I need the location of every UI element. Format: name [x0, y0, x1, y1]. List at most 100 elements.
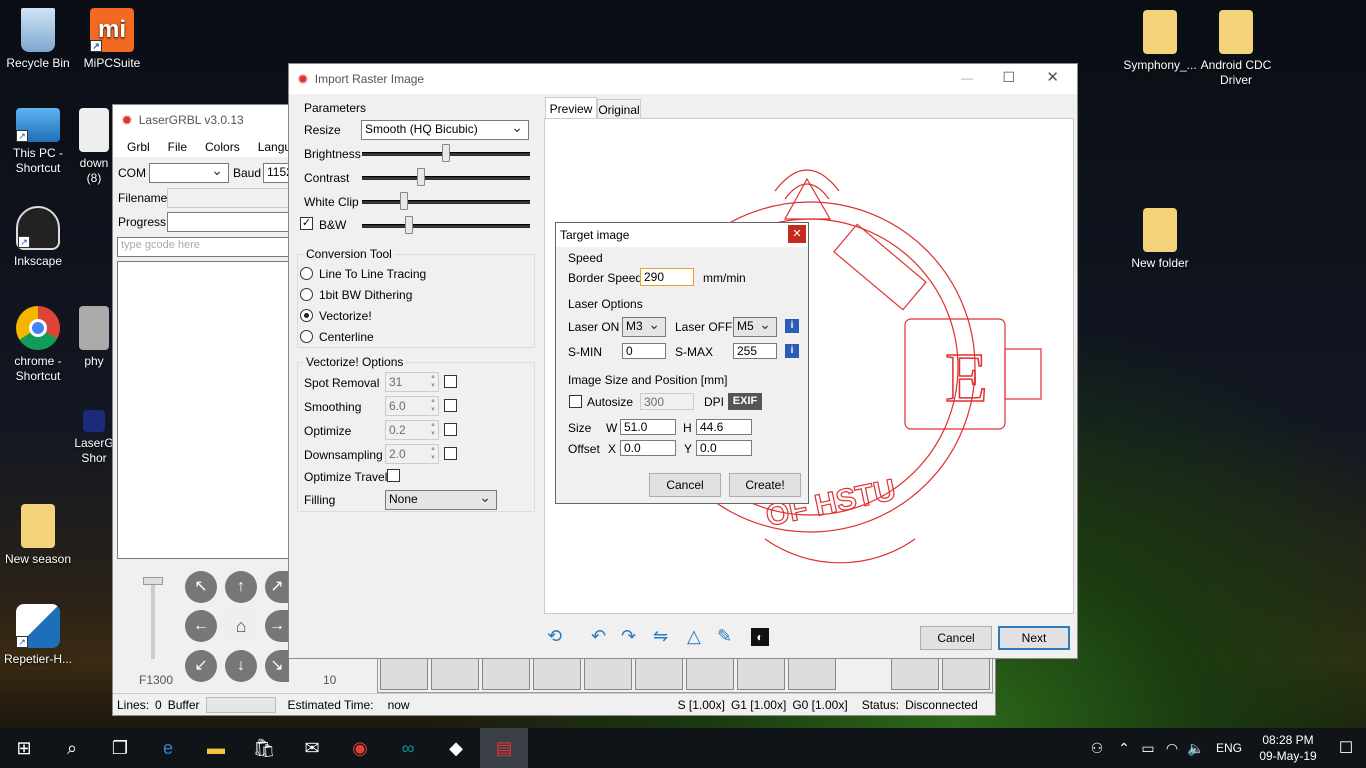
offset-y-input[interactable]: 0.0: [696, 440, 752, 456]
rotate-icon[interactable]: ⟲: [547, 626, 571, 650]
jog-up-button[interactable]: ↑: [225, 571, 257, 603]
rotate-right-icon[interactable]: ↷: [621, 626, 645, 650]
tab-preview[interactable]: Preview: [545, 97, 597, 119]
jog-down-button[interactable]: ↓: [225, 650, 257, 682]
jog-right-button[interactable]: →: [265, 610, 289, 642]
lasergrbl-taskbar-icon[interactable]: ▤: [480, 728, 528, 768]
pen-icon[interactable]: [380, 658, 428, 690]
desktop-icon-inkscape[interactable]: ↗ Inkscape: [0, 206, 76, 269]
clock[interactable]: 08:28 PM 09-May-19: [1250, 732, 1326, 764]
bw-slider[interactable]: [362, 224, 530, 228]
radio-vectorize[interactable]: [300, 309, 313, 322]
inkscape-icon[interactable]: ◆: [432, 728, 480, 768]
edge-icon[interactable]: e: [144, 728, 192, 768]
windows-start-icon[interactable]: ⊞: [0, 728, 48, 768]
border-speed-input[interactable]: 290: [640, 268, 694, 286]
bw-slider-knob[interactable]: [405, 216, 414, 234]
eye-icon[interactable]: [788, 658, 836, 690]
gcode-input[interactable]: type gcode here: [117, 237, 289, 257]
bw-checkbox[interactable]: ✓: [300, 217, 313, 230]
resize-select[interactable]: Smooth (HQ Bicubic): [361, 119, 529, 140]
people-icon[interactable]: ⚇: [1082, 728, 1112, 768]
notification-icon[interactable]: ☐: [1326, 728, 1366, 768]
whiteclip-slider[interactable]: [362, 200, 530, 204]
home-icon[interactable]: ⌂: [225, 610, 257, 642]
radio-dithering[interactable]: [300, 288, 313, 301]
jog-down-right-button[interactable]: ↘: [265, 650, 289, 682]
desktop-icon-new-season[interactable]: New season: [0, 504, 76, 567]
jog-up-left-button[interactable]: ↖: [185, 571, 217, 603]
speed-slider-knob[interactable]: [143, 577, 163, 585]
offset-x-input[interactable]: 0.0: [620, 440, 676, 456]
walk-icon[interactable]: [891, 658, 939, 690]
desktop-icon-this-pc[interactable]: ↗ This PC - Shortcut: [0, 108, 76, 176]
contrast-slider[interactable]: [362, 176, 530, 180]
smin-input[interactable]: 0: [622, 343, 666, 359]
menu-file[interactable]: File: [168, 140, 187, 154]
baud-select[interactable]: 1152: [263, 163, 289, 183]
tab-original[interactable]: Original: [597, 99, 641, 119]
exif-button[interactable]: EXIF: [728, 393, 762, 410]
crop-icon[interactable]: ✎: [717, 626, 741, 650]
menu-language[interactable]: Langu: [258, 140, 291, 154]
smoothing-checkbox[interactable]: [444, 399, 457, 412]
spot-removal-checkbox[interactable]: [444, 375, 457, 388]
dice-icon[interactable]: [431, 658, 479, 690]
mail-icon[interactable]: ✉: [288, 728, 336, 768]
desktop-icon-new-folder[interactable]: New folder: [1122, 208, 1198, 271]
whiteclip-slider-knob[interactable]: [400, 192, 408, 210]
desktop-icon-phy[interactable]: phy: [74, 306, 114, 369]
optimize-checkbox[interactable]: [444, 423, 457, 436]
height-input[interactable]: 44.6: [696, 419, 752, 435]
info-icon[interactable]: i: [785, 344, 799, 358]
close-icon[interactable]: ✕: [1046, 68, 1059, 86]
import-next-button[interactable]: Next: [998, 626, 1070, 650]
minimize-icon[interactable]: —: [961, 71, 973, 85]
battery-icon[interactable]: ▭: [1136, 728, 1160, 768]
speed-slider-track[interactable]: [151, 583, 155, 659]
import-cancel-button[interactable]: Cancel: [920, 626, 992, 650]
volume-icon[interactable]: 🔈: [1184, 728, 1208, 768]
width-input[interactable]: 51.0: [620, 419, 676, 435]
laser-on-select[interactable]: M3: [622, 316, 666, 337]
task-view-icon[interactable]: ❐: [96, 728, 144, 768]
smax-input[interactable]: 255: [733, 343, 777, 359]
target-icon[interactable]: [686, 658, 734, 690]
target-cancel-button[interactable]: Cancel: [649, 473, 721, 497]
flip-vertical-icon[interactable]: △: [687, 626, 711, 650]
jog-up-right-button[interactable]: ↗: [265, 571, 289, 603]
desktop-icon-mipcsuite[interactable]: mi ↗ MiPCSuite: [74, 8, 150, 71]
desktop-icon-chrome[interactable]: chrome - Shortcut: [0, 306, 76, 384]
desktop-icon-repetier[interactable]: ↗ Repetier-H...: [0, 604, 76, 667]
crosshair-icon[interactable]: [533, 658, 581, 690]
cycle-icon[interactable]: [635, 658, 683, 690]
chevron-up-icon[interactable]: ⌃: [1112, 728, 1136, 768]
close-icon[interactable]: ✕: [788, 225, 806, 243]
info-icon[interactable]: i: [785, 319, 799, 333]
language-indicator[interactable]: ENG: [1208, 741, 1250, 755]
radio-line-to-line[interactable]: [300, 267, 313, 280]
desktop-icon-recycle-bin[interactable]: Recycle Bin: [0, 8, 76, 71]
corner-icon[interactable]: [584, 658, 632, 690]
filling-select[interactable]: None: [385, 489, 497, 510]
flip-horizontal-icon[interactable]: ⇋: [653, 626, 677, 650]
desktop-icon-down[interactable]: down (8): [74, 108, 114, 186]
rotate-left-icon[interactable]: ↶: [591, 626, 615, 650]
contrast-slider-knob[interactable]: [416, 168, 425, 186]
invert-icon[interactable]: ◐: [751, 628, 769, 646]
file-explorer-icon[interactable]: ▬: [192, 728, 240, 768]
optimize-travel-checkbox[interactable]: [387, 469, 400, 482]
com-select[interactable]: [149, 162, 229, 183]
downsampling-checkbox[interactable]: [444, 447, 457, 460]
laser-off-select[interactable]: M5: [733, 316, 777, 337]
wifi-icon[interactable]: ◠: [1160, 728, 1184, 768]
store-icon[interactable]: 🛍: [240, 728, 288, 768]
menu-colors[interactable]: Colors: [205, 140, 240, 154]
create-button[interactable]: Create!: [729, 473, 801, 497]
desktop-icon-android-cdc[interactable]: Android CDC Driver: [1198, 10, 1274, 88]
jog-down-left-button[interactable]: ↙: [185, 650, 217, 682]
brightness-slider-knob[interactable]: [442, 144, 450, 162]
jog-left-button[interactable]: ←: [185, 610, 217, 642]
chrome-icon[interactable]: ◉: [336, 728, 384, 768]
arduino-icon[interactable]: ∞: [384, 728, 432, 768]
